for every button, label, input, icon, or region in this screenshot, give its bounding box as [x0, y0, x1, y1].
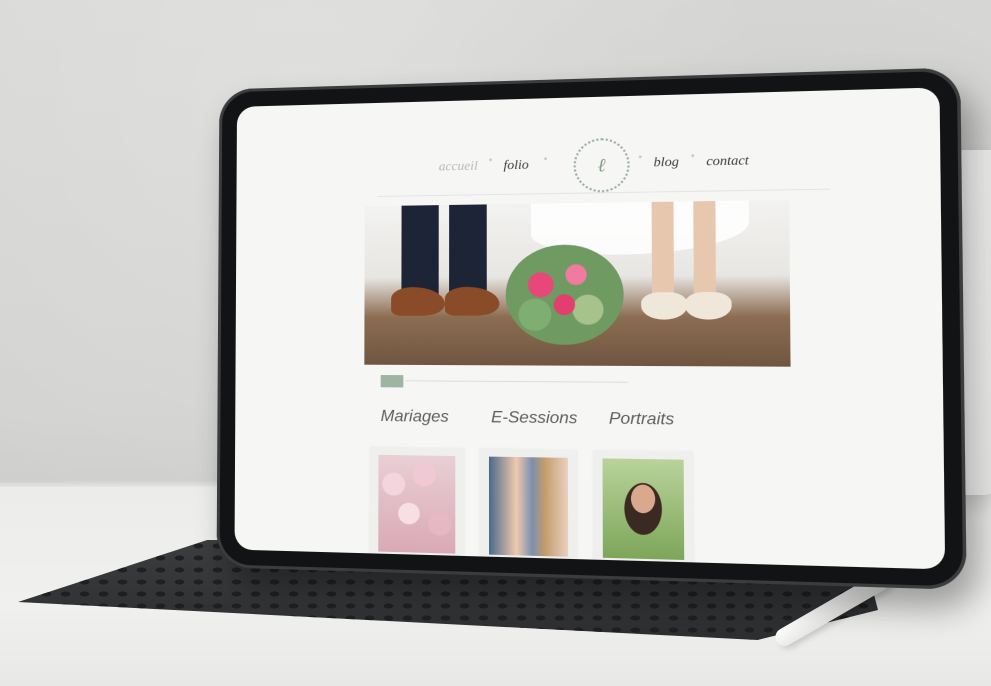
category-title-e-sessions[interactable]: E-Sessions	[491, 409, 577, 429]
thumbnail-image	[378, 454, 456, 554]
category-thumbnail-e-sessions[interactable]	[480, 448, 577, 566]
category-title-portraits[interactable]: Portraits	[609, 410, 674, 430]
nav-link-folio[interactable]: folio	[504, 156, 529, 173]
nav-link-accueil[interactable]: accueil	[439, 157, 478, 174]
site-logo[interactable]: ℓ	[573, 137, 630, 193]
nav-link-blog[interactable]: blog	[654, 153, 679, 170]
groom-leg	[401, 205, 439, 298]
tablet-device: accueil • folio • ℓ • blog • contact Mar…	[216, 67, 967, 590]
hero-slideshow-image[interactable]	[364, 199, 791, 367]
bride-shoe	[684, 291, 732, 320]
bride-leg	[651, 201, 674, 297]
nav-separator: •	[488, 155, 493, 167]
thumbnail-image	[602, 458, 685, 561]
site-navigation: accueil • folio • ℓ • blog • contact	[237, 115, 941, 193]
category-thumbnail-portraits[interactable]	[593, 449, 694, 569]
bride-leg	[693, 201, 716, 297]
logo-mark-icon: ℓ	[597, 154, 606, 176]
slideshow-indicator-track	[405, 380, 629, 383]
groom-shoe	[444, 286, 500, 316]
thumbnail-image	[488, 456, 569, 557]
nav-separator: •	[690, 150, 695, 163]
nav-link-contact[interactable]: contact	[706, 152, 749, 170]
slideshow-indicator-active[interactable]	[380, 374, 404, 388]
groom-leg	[449, 204, 487, 298]
bride-shoe	[641, 292, 688, 320]
flower-bouquet	[505, 244, 624, 345]
category-thumbnail-mariages[interactable]	[370, 446, 464, 563]
tablet-screen: accueil • folio • ℓ • blog • contact Mar…	[234, 87, 946, 570]
nav-separator: •	[638, 151, 643, 164]
category-title-mariages[interactable]: Mariages	[381, 408, 449, 427]
nav-separator: •	[543, 153, 548, 166]
